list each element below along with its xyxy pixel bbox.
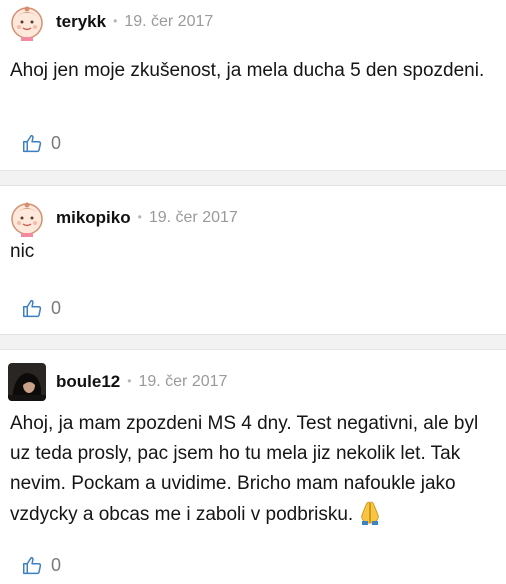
comment-divider	[0, 170, 506, 186]
comment: terykk • 19. čer 2017 Ahoj jen moje zkuš…	[0, 0, 506, 170]
username[interactable]: mikopiko	[56, 208, 131, 228]
thumbs-up-icon	[23, 299, 42, 318]
comment-date: 19. čer 2017	[148, 209, 238, 226]
thumbs-up-icon	[23, 134, 42, 153]
meta-separator: •	[127, 374, 132, 388]
username[interactable]: terykk	[56, 12, 106, 32]
comment: mikopiko • 19. čer 2017 nic 0	[0, 186, 506, 334]
photo-avatar[interactable]	[8, 363, 46, 401]
baby-avatar-icon[interactable]	[8, 199, 46, 237]
comment: boule12 • 19. čer 2017 Ahoj, ja mam zpoz…	[0, 350, 506, 584]
baby-avatar-icon[interactable]	[8, 3, 46, 41]
like-count: 0	[51, 133, 62, 153]
username[interactable]: boule12	[56, 372, 120, 392]
like-count: 0	[51, 555, 62, 575]
comment-text: Ahoj, ja mam zpozdeni MS 4 dny. Test neg…	[10, 409, 494, 530]
like-count: 0	[51, 298, 62, 318]
meta-separator: •	[113, 14, 118, 28]
like-button[interactable]: 0	[22, 555, 61, 576]
comment-header: boule12 • 19. čer 2017	[8, 363, 227, 401]
comment-date: 19. čer 2017	[138, 373, 228, 390]
meta-separator: •	[137, 210, 142, 224]
comment-date: 19. čer 2017	[124, 13, 214, 30]
comment-text: nic	[10, 241, 35, 262]
like-button[interactable]: 0	[22, 133, 61, 154]
comment-divider	[0, 334, 506, 350]
comment-text-body: Ahoj, ja mam zpozdeni MS 4 dny. Test neg…	[10, 413, 479, 525]
folded-hands-icon	[357, 499, 383, 525]
comment-header: terykk • 19. čer 2017	[8, 3, 213, 41]
like-button[interactable]: 0	[22, 298, 61, 319]
comment-header: mikopiko • 19. čer 2017	[8, 199, 238, 237]
thumbs-up-icon	[23, 556, 42, 575]
comment-text: Ahoj jen moje zkušenost, ja mela ducha 5…	[10, 60, 485, 81]
